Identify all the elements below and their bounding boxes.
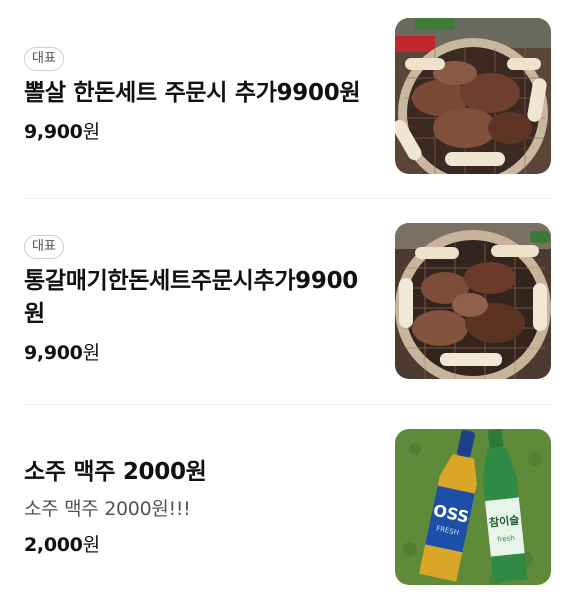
menu-item[interactable]: 소주 맥주 2000원 소주 맥주 2000원!!! 2,000원 OSS FR…: [24, 429, 551, 585]
grilled-pork-image: [395, 18, 551, 174]
menu-list: 대표 뽈살 한돈세트 주문시 추가9900원 9,900원 대표 통갈매기한돈세…: [0, 0, 569, 603]
menu-item[interactable]: 대표 통갈매기한돈세트주문시추가9900원 9,900원: [24, 223, 551, 379]
beer-soju-bottles-photo[interactable]: OSS FRESH 참이슬 fresh: [395, 429, 551, 585]
menu-item-name: 통갈매기한돈세트주문시추가9900원: [24, 268, 358, 327]
signature-badge: 대표: [24, 235, 64, 259]
menu-item-description: 소주 맥주 2000원!!!: [24, 497, 191, 520]
menu-item-name: 소주 맥주 2000원: [24, 458, 207, 485]
price-unit: 원: [82, 120, 100, 143]
signature-badge: 대표: [24, 46, 64, 71]
grilled-pork-photo[interactable]: [395, 223, 551, 379]
menu-item-name: 뽈살 한돈세트 주문시 추가9900원: [24, 79, 361, 106]
grilled-pork-photo[interactable]: [395, 18, 551, 174]
price-unit: 원: [82, 533, 100, 556]
divider: [24, 198, 551, 199]
grilled-pork-image: [395, 223, 551, 379]
divider: [24, 404, 551, 405]
price-number: 9,900: [24, 120, 83, 143]
bottles-image: OSS FRESH 참이슬 fresh: [395, 429, 551, 585]
menu-item-info: 대표 통갈매기한돈세트주문시추가9900원 9,900원: [24, 235, 374, 367]
menu-item-price: 2,000원: [24, 531, 374, 559]
menu-item-price: 9,900원: [24, 339, 374, 367]
price-unit: 원: [82, 342, 100, 364]
price-number: 2,000: [24, 533, 83, 556]
menu-item[interactable]: 대표 뽈살 한돈세트 주문시 추가9900원 9,900원: [24, 18, 551, 174]
price-number: 9,900: [24, 342, 83, 364]
menu-item-price: 9,900원: [24, 118, 374, 146]
menu-item-info: 소주 맥주 2000원 소주 맥주 2000원!!! 2,000원: [24, 456, 374, 559]
menu-item-info: 대표 뽈살 한돈세트 주문시 추가9900원 9,900원: [24, 46, 374, 146]
